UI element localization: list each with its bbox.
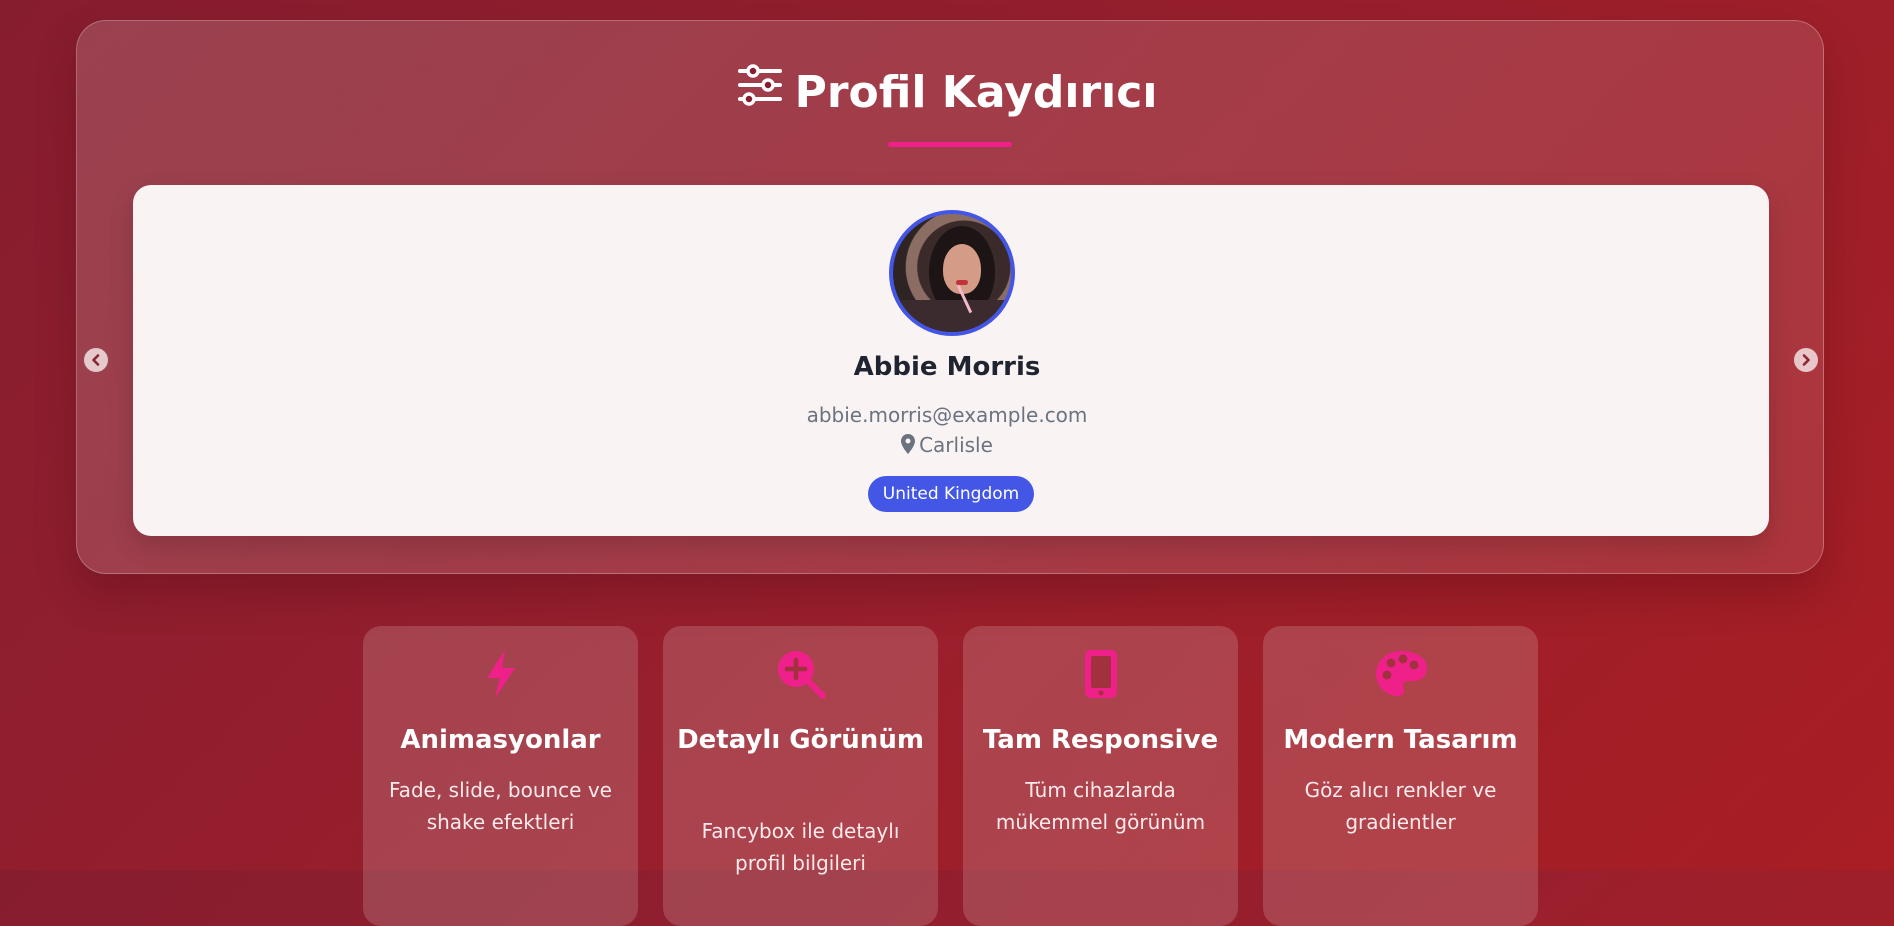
- feature-description: Fancybox ile detaylı profil bilgileri: [701, 819, 900, 875]
- feature-card-responsive: Tam Responsive Tüm cihazlarda mükemmel g…: [963, 626, 1238, 926]
- page-title-text: Profil Kaydırıcı: [794, 67, 1158, 118]
- feature-description: Tüm cihazlarda mükemmel görünüm: [995, 778, 1206, 834]
- feature-card-modern-design: Modern Tasarım Göz alıcı renkler ve grad…: [1263, 626, 1538, 926]
- feature-description: Fade, slide, bounce ve shake efektleri: [389, 778, 612, 834]
- feature-title: Detaylı Görünüm: [677, 725, 924, 755]
- feature-description: Göz alıcı renkler ve gradientler: [1304, 778, 1497, 834]
- chevron-right-icon: [1800, 351, 1812, 370]
- profile-email: abbie.morris@example.com: [806, 403, 1088, 427]
- sliders-icon: [737, 46, 783, 140]
- title-underline: [888, 142, 1012, 147]
- mobile-icon: [1083, 648, 1119, 704]
- chevron-left-icon: [90, 351, 102, 370]
- profile-location: Carlisle: [0, 433, 1894, 459]
- search-plus-icon: [775, 648, 827, 704]
- feature-title: Modern Tasarım: [1283, 725, 1518, 755]
- feature-title: Tam Responsive: [982, 725, 1219, 755]
- avatar[interactable]: [889, 210, 1015, 336]
- feature-title: Animasyonlar: [400, 725, 601, 755]
- country-badge: United Kingdom: [868, 476, 1034, 512]
- profile-city: Carlisle: [919, 433, 993, 457]
- page-title: Profil Kaydırıcı: [0, 46, 1894, 140]
- map-pin-icon: [901, 434, 916, 459]
- profile-name: Abbie Morris: [853, 352, 1041, 382]
- feature-card-detail-view: Detaylı Görünüm Fancybox ile detaylı pro…: [663, 626, 938, 926]
- feature-card-animations: Animasyonlar Fade, slide, bounce ve shak…: [363, 626, 638, 926]
- palette-icon: [1374, 649, 1428, 703]
- prev-button[interactable]: [84, 348, 108, 372]
- next-button[interactable]: [1794, 348, 1818, 372]
- bolt-icon: [481, 648, 521, 704]
